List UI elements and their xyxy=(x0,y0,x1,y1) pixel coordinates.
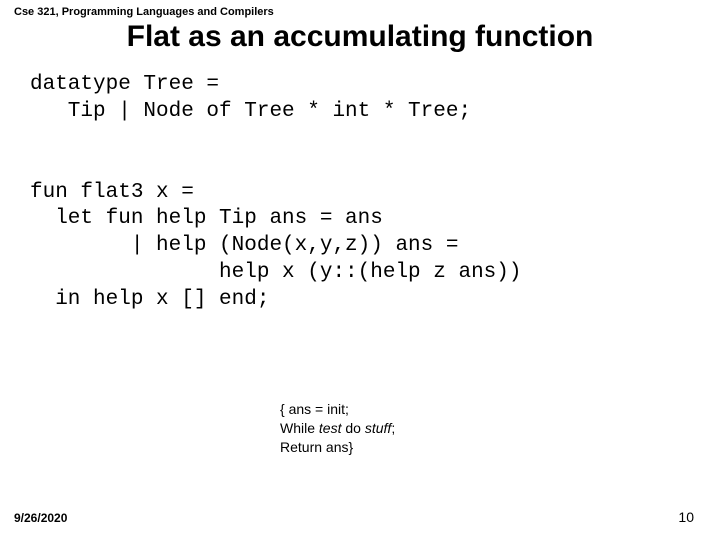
code-line: in help x [] end; xyxy=(30,288,269,311)
note-line: Return ans} xyxy=(280,438,395,457)
course-header: Cse 321, Programming Languages and Compi… xyxy=(0,0,720,18)
note-line: While test do stuff; xyxy=(280,419,395,438)
code-line: let fun help Tip ans = ans xyxy=(30,207,383,230)
note-line: { ans = init; xyxy=(280,400,395,419)
code-block: datatype Tree = Tip | Node of Tree * int… xyxy=(0,72,720,314)
code-line: help x (y::(help z ans)) xyxy=(30,261,521,284)
code-line: Tip | Node of Tree * int * Tree; xyxy=(30,100,471,123)
code-line: | help (Node(x,y,z)) ans = xyxy=(30,234,458,257)
footer-page-number: 10 xyxy=(678,509,694,525)
slide-title: Flat as an accumulating function xyxy=(0,20,720,54)
footer-date: 9/26/2020 xyxy=(14,511,67,525)
code-line: datatype Tree = xyxy=(30,73,219,96)
pseudocode-note: { ans = init; While test do stuff; Retur… xyxy=(280,400,395,457)
code-line: fun flat3 x = xyxy=(30,181,194,204)
